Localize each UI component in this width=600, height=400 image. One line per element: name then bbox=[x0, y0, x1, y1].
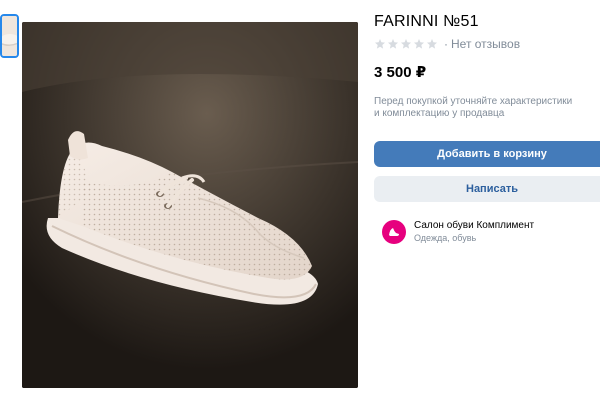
reviews-link[interactable]: Нет отзывов bbox=[451, 37, 520, 51]
add-to-cart-button[interactable]: Добавить в корзину bbox=[374, 141, 600, 167]
seller-card[interactable]: Салон обуви Комплимент Одежда, обувь bbox=[382, 219, 534, 244]
separator-dot: · bbox=[444, 37, 448, 51]
star-icon bbox=[427, 39, 437, 49]
thumbnail-list bbox=[0, 14, 20, 58]
star-icon bbox=[375, 39, 385, 49]
message-seller-button[interactable]: Написать bbox=[374, 176, 600, 202]
shoe-logo-icon bbox=[389, 227, 399, 236]
rating-row: · Нет отзывов bbox=[374, 36, 600, 52]
seller-category: Одежда, обувь bbox=[414, 233, 477, 243]
product-photo[interactable] bbox=[22, 22, 358, 388]
seller-text: Салон обуви Комплимент Одежда, обувь bbox=[414, 219, 534, 244]
thumbnail-selected[interactable] bbox=[0, 14, 19, 58]
product-price: 3 500 ₽ bbox=[374, 64, 427, 81]
seller-note: Перед покупкой уточняйте характеристики … bbox=[374, 96, 573, 119]
star-icon bbox=[414, 39, 424, 49]
shoe-image bbox=[22, 22, 358, 388]
product-info: FARINNI №51 · Нет отзывов 3 500 ₽ Перед … bbox=[374, 12, 600, 120]
thumbnail-shoe-image bbox=[2, 16, 17, 56]
product-title: FARINNI №51 bbox=[374, 13, 479, 30]
rating-stars bbox=[374, 38, 438, 50]
seller-name[interactable]: Салон обуви Комплимент bbox=[414, 219, 534, 232]
shop-avatar[interactable] bbox=[382, 219, 406, 244]
star-icon bbox=[388, 39, 398, 49]
star-icon bbox=[401, 39, 411, 49]
